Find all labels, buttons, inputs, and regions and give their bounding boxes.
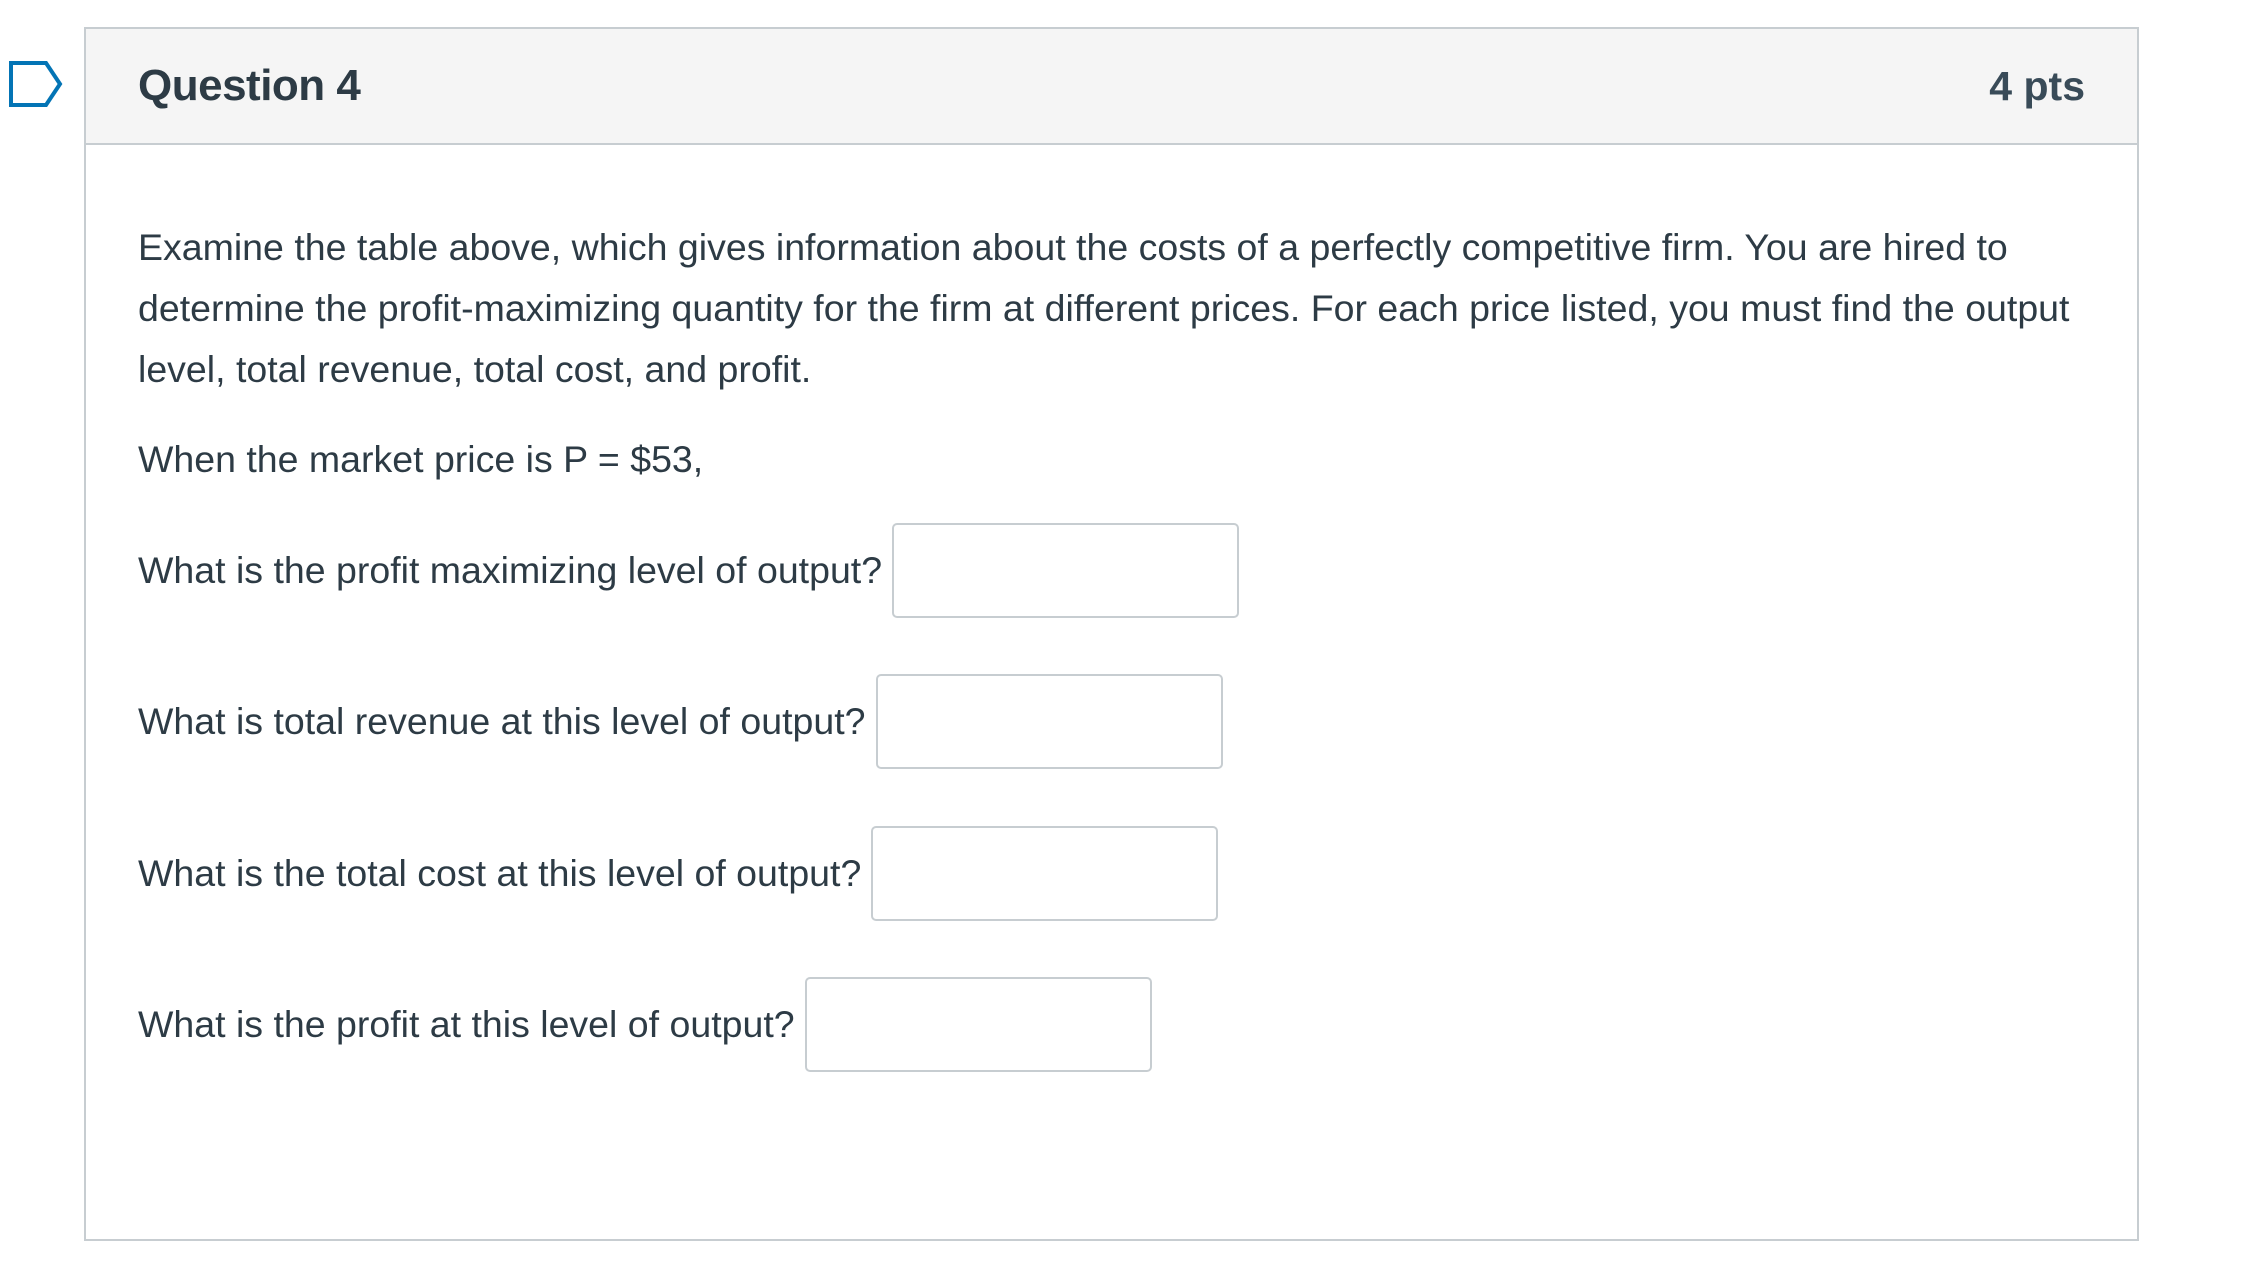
question-body: Examine the table above, which gives inf… xyxy=(86,145,2137,490)
answer-input-output[interactable] xyxy=(892,523,1240,618)
question-item-label: What is the profit maximizing level of o… xyxy=(138,549,883,591)
flag-question-icon[interactable] xyxy=(8,60,64,108)
market-price-line: When the market price is P = $53, xyxy=(138,438,704,480)
question-item-output: What is the profit maximizing level of o… xyxy=(138,523,1240,618)
question-title: Question 4 xyxy=(138,61,361,110)
answer-input-profit[interactable] xyxy=(804,977,1152,1072)
question-item-total-revenue: What is total revenue at this level of o… xyxy=(138,674,1223,769)
question-item-total-cost: What is the total cost at this level of … xyxy=(138,826,1219,921)
question-item-label: What is total revenue at this level of o… xyxy=(138,700,866,742)
answer-input-total-revenue[interactable] xyxy=(875,674,1223,769)
question-prompt: Examine the table above, which gives inf… xyxy=(138,226,2070,390)
answer-input-total-cost[interactable] xyxy=(871,826,1219,921)
question-header: Question 4 4 pts xyxy=(86,29,2137,145)
question-card: Question 4 4 pts Examine the table above… xyxy=(84,27,2139,1241)
question-points: 4 pts xyxy=(1989,62,2085,109)
question-item-label: What is the profit at this level of outp… xyxy=(138,1003,795,1045)
question-item-profit: What is the profit at this level of outp… xyxy=(138,977,1152,1072)
question-item-label: What is the total cost at this level of … xyxy=(138,852,862,894)
